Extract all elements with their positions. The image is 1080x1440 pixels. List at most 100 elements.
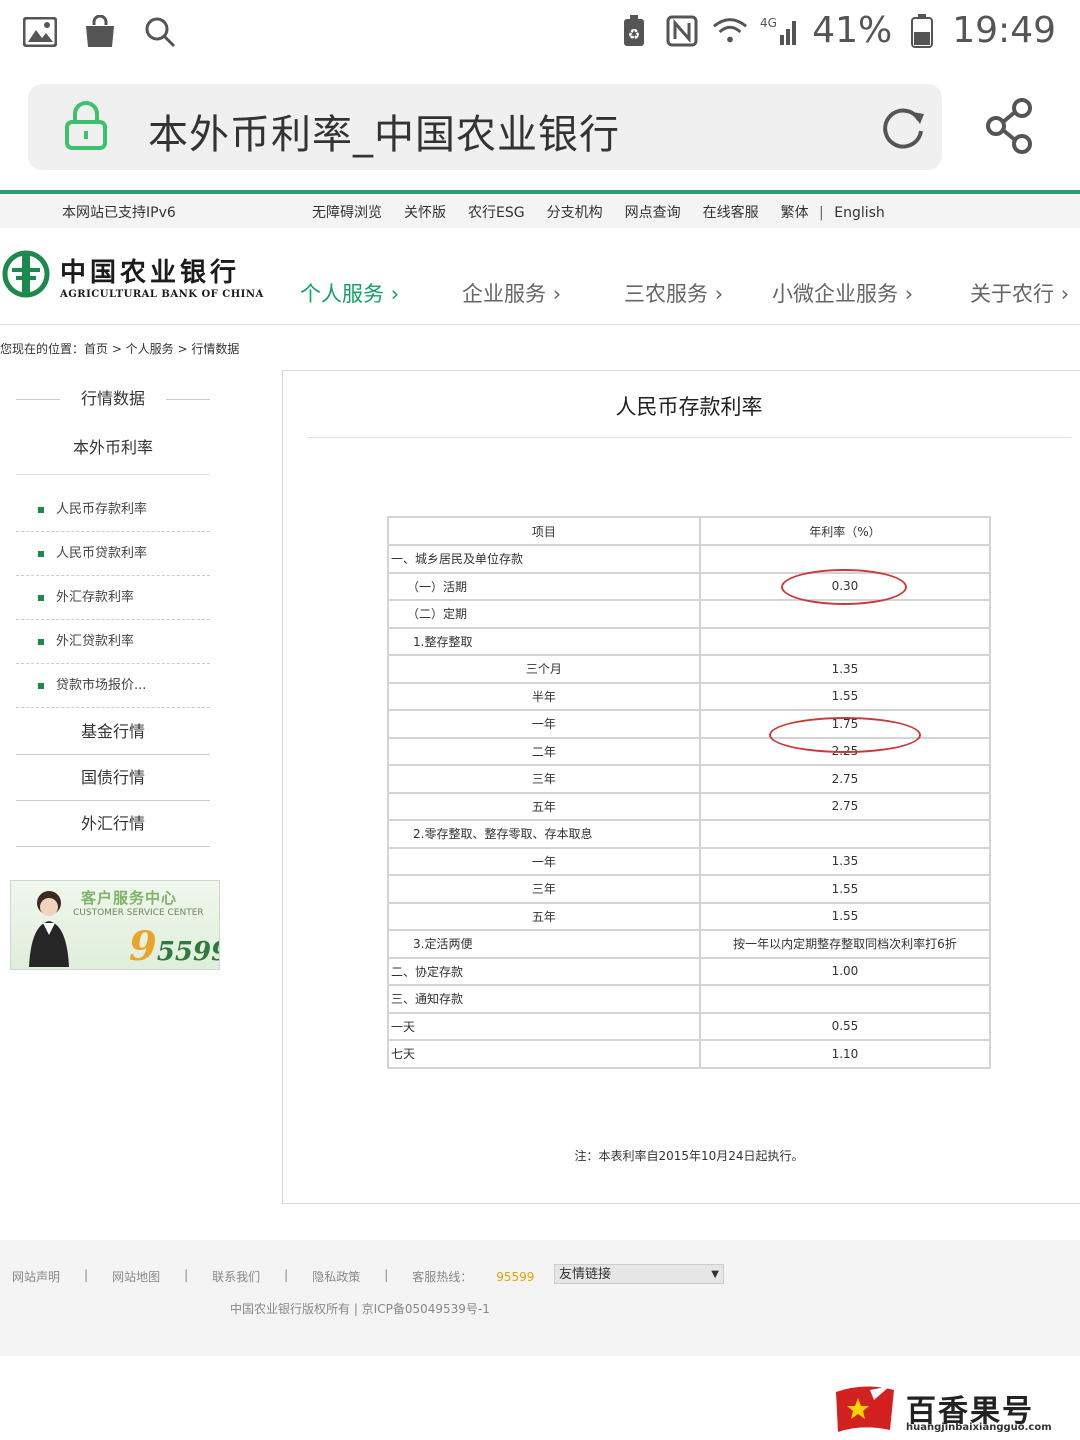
separator: |	[284, 1268, 289, 1282]
table-row: 三年 2.75	[387, 764, 992, 794]
watermark-url: huangjinbaixiangguo.com	[906, 1422, 1052, 1433]
content-panel: 人民币存款利率 项目 年利率（%） 一、城乡居民及单位存款 （一）活期 0.30 …	[282, 370, 1080, 1204]
row-label: 一年	[387, 846, 701, 876]
ipv6-notice: 本网站已支持IPv6	[62, 205, 176, 221]
sidebar-item-lpr[interactable]: 贷款市场报价...	[16, 665, 210, 708]
gallery-icon	[20, 12, 60, 52]
sidebar-item-rmb-deposit[interactable]: 人民币存款利率	[16, 489, 210, 532]
footer-link-statement[interactable]: 网站声明	[12, 1268, 60, 1285]
top-link-care-edition[interactable]: 关怀版	[404, 202, 446, 222]
row-label: 2.零存整取、整存零取、存本取息	[387, 819, 701, 849]
row-label: 五年	[387, 901, 701, 931]
footer-link-contact[interactable]: 联系我们	[212, 1268, 260, 1285]
row-value: 1.75	[698, 709, 992, 739]
row-label: （一）活期	[387, 571, 701, 601]
table-row: 一年 1.35	[387, 846, 992, 876]
network-label: 4G	[760, 16, 777, 30]
nav-small-business-services[interactable]: 小微企业服务 ›	[772, 278, 970, 308]
top-link-accessibility[interactable]: 无障碍浏览	[312, 202, 382, 222]
site-footer: 网站声明 | 网站地图 | 联系我们 | 隐私政策 | 客服热线： 95599 友…	[0, 1240, 1080, 1356]
separator: |	[384, 1268, 389, 1282]
sidebar-title: 行情数据	[16, 376, 210, 422]
sidebar-item-fx-loan[interactable]: 外汇贷款利率	[16, 621, 210, 664]
page-title: 本外币利率_中国农业银行	[148, 112, 620, 158]
friend-links-select[interactable]: 友情链接 ▼	[554, 1264, 724, 1284]
footer-link-sitemap[interactable]: 网站地图	[112, 1268, 160, 1285]
row-value: 1.55	[698, 901, 992, 931]
row-label: 三年	[387, 764, 701, 794]
abc-logo-icon	[2, 250, 50, 302]
logo-text-en: AGRICULTURAL BANK OF CHINA	[60, 289, 264, 300]
share-icon[interactable]	[984, 98, 1036, 158]
logo-text-cn: 中国农业银行	[60, 258, 241, 288]
row-value	[698, 626, 992, 656]
footer-link-privacy[interactable]: 隐私政策	[312, 1268, 360, 1285]
row-value: 1.55	[698, 681, 992, 711]
separator: |	[819, 205, 824, 221]
table-row: 五年 1.55	[387, 901, 992, 931]
breadcrumb: 您现在的位置：首页 > 个人服务 > 行情数据	[0, 342, 240, 356]
row-value: 0.55	[698, 1011, 992, 1041]
row-label: 二年	[387, 736, 701, 766]
reload-icon[interactable]	[878, 102, 928, 156]
header-item: 项目	[387, 516, 701, 546]
cs-title-en: CUSTOMER SERVICE CENTER	[73, 908, 204, 918]
bank-logo[interactable]: 中国农业银行 AGRICULTURAL BANK OF CHINA	[2, 250, 264, 302]
footer-hotline: 客服热线： 95599	[412, 1270, 535, 1284]
chevron-right-icon: ›	[904, 282, 914, 306]
top-link-outlet-search[interactable]: 网点查询	[625, 202, 681, 222]
sidebar-item-rmb-loan[interactable]: 人民币贷款利率	[16, 533, 210, 576]
top-link-traditional[interactable]: 繁体	[781, 205, 809, 221]
sidebar-category-bonds[interactable]: 国债行情	[16, 755, 210, 801]
main-nav: 个人服务 › 企业服务 › 三农服务 › 小微企业服务 › 关于农行 ›	[300, 278, 1069, 308]
row-value: 按一年以内定期整存整取同档次利率打6折	[698, 929, 992, 959]
sidebar-item-fx-deposit[interactable]: 外汇存款利率	[16, 577, 210, 620]
battery-saver-icon: ♻	[616, 13, 652, 49]
customer-service-banner[interactable]: 客户服务中心 CUSTOMER SERVICE CENTER 95599	[10, 880, 220, 970]
sidebar-subtitle[interactable]: 本外币利率	[16, 422, 210, 475]
sidebar-category-funds[interactable]: 基金行情	[16, 709, 210, 755]
top-link-esg[interactable]: 农行ESG	[468, 202, 525, 222]
nav-about[interactable]: 关于农行 ›	[970, 278, 1069, 308]
nav-agriculture-services[interactable]: 三农服务 ›	[624, 278, 772, 308]
lock-icon	[64, 100, 108, 154]
top-link-english[interactable]: English	[834, 205, 885, 221]
sidebar: 行情数据 本外币利率 人民币存款利率 人民币贷款利率 外汇存款利率 外汇贷款利率…	[16, 376, 210, 847]
clock: 19:49	[952, 10, 1056, 51]
chevron-right-icon: ›	[552, 282, 562, 306]
svg-text:♻: ♻	[628, 27, 641, 43]
row-label: 半年	[387, 681, 701, 711]
battery-percent: 41%	[812, 10, 893, 51]
nav-personal-services[interactable]: 个人服务 ›	[300, 278, 462, 308]
signal-icon: 4G	[760, 13, 800, 49]
sidebar-category-fx[interactable]: 外汇行情	[16, 801, 210, 847]
top-link-branches[interactable]: 分支机构	[547, 202, 603, 222]
title-divider	[307, 437, 1071, 438]
shopping-bag-icon	[80, 12, 120, 52]
row-label: （二）定期	[387, 599, 701, 629]
battery-icon	[904, 13, 940, 49]
top-link-online-service[interactable]: 在线客服	[703, 202, 759, 222]
table-row: 一、城乡居民及单位存款	[387, 544, 992, 574]
deposit-rate-table: 项目 年利率（%） 一、城乡居民及单位存款 （一）活期 0.30 （二）定期 1.…	[387, 516, 992, 1069]
row-value: 1.55	[698, 874, 992, 904]
table-row: 半年 1.55	[387, 681, 992, 711]
table-row: 五年 2.75	[387, 791, 992, 821]
row-value: 1.35	[698, 654, 992, 684]
row-label: 一年	[387, 709, 701, 739]
row-label: 一、城乡居民及单位存款	[387, 544, 701, 574]
row-value: 2.75	[698, 791, 992, 821]
separator: |	[84, 1268, 89, 1282]
table-row: 三、通知存款	[387, 984, 992, 1014]
row-label: 五年	[387, 791, 701, 821]
watermark: 百香果号 huangjinbaixiangguo.com	[834, 1384, 1074, 1436]
row-label: 三、通知存款	[387, 984, 701, 1014]
watermark-logo-icon	[834, 1384, 896, 1434]
nav-corporate-services[interactable]: 企业服务 ›	[462, 278, 624, 308]
dropdown-arrow-icon: ▼	[711, 1269, 719, 1280]
row-label: 1.整存整取	[387, 626, 701, 656]
address-bar[interactable]: 本外币利率_中国农业银行	[28, 84, 942, 170]
status-bar: ♻ 4G 41% 19:49	[0, 0, 1080, 72]
row-value: 1.00	[698, 956, 992, 986]
row-value: 2.75	[698, 764, 992, 794]
